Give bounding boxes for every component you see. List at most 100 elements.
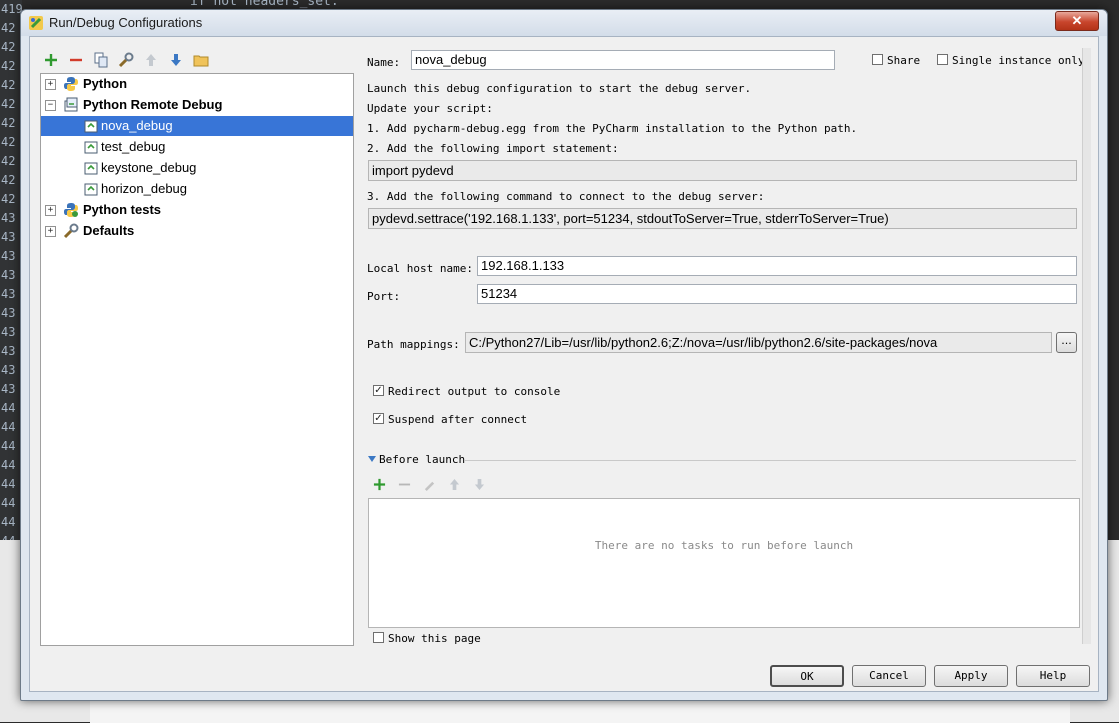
empty-tasks-message: There are no tasks to run before launch (594, 539, 854, 552)
apply-button[interactable]: Apply (934, 665, 1008, 687)
line-number: 43 (1, 211, 16, 225)
line-number: 42 (1, 78, 16, 92)
instruction-text: Update your script: (367, 102, 493, 115)
configuration-tree[interactable]: + Python − Python Remote Debug nova_debu… (40, 73, 354, 646)
tree-item-label: Python (83, 76, 128, 91)
path-mappings-field[interactable]: C:/Python27/Lib=/usr/lib/python2.6;Z:/no… (465, 332, 1052, 353)
expand-icon[interactable]: + (45, 79, 56, 90)
tree-item-python[interactable]: + Python (41, 74, 353, 94)
expand-icon[interactable]: + (45, 226, 56, 237)
python-icon (64, 77, 78, 91)
line-number: 419 (1, 2, 23, 16)
name-label: Name: (367, 56, 401, 69)
tree-item-defaults[interactable]: + Defaults (41, 221, 353, 241)
add-icon[interactable] (42, 51, 60, 69)
port-field[interactable]: 51234 (477, 284, 1077, 304)
tree-item-horizon-debug[interactable]: horizon_debug (41, 179, 353, 199)
code-line: if not headers_set: (190, 0, 339, 9)
line-number: 42 (1, 173, 16, 187)
line-number: 44 (1, 477, 16, 491)
pycharm-icon (29, 16, 43, 30)
line-number: 42 (1, 21, 16, 35)
tree-item-nova-debug[interactable]: nova_debug (41, 116, 353, 136)
before-launch-task-list[interactable]: There are no tasks to run before launch (368, 498, 1080, 628)
expand-icon[interactable]: + (45, 205, 56, 216)
debug-config-icon (84, 183, 98, 196)
cancel-button[interactable]: Cancel (852, 665, 926, 687)
settrace-command-field[interactable]: pydevd.settrace('192.168.1.133', port=51… (368, 208, 1077, 229)
line-number: 43 (1, 287, 16, 301)
collapse-icon[interactable]: − (45, 100, 56, 111)
move-task-up-icon[interactable] (445, 475, 463, 493)
line-number: 42 (1, 192, 16, 206)
tree-item-python-remote-debug[interactable]: − Python Remote Debug (41, 95, 353, 115)
path-mappings-label: Path mappings: (367, 338, 460, 351)
run-debug-configurations-dialog: Run/Debug Configurations ✕ + Python − Py… (20, 9, 1108, 701)
tree-item-label: horizon_debug (101, 181, 188, 196)
single-instance-checkbox[interactable] (937, 54, 948, 65)
edit-task-icon[interactable] (420, 475, 438, 493)
line-number: 43 (1, 249, 16, 263)
debug-config-icon (84, 141, 98, 154)
ok-button[interactable]: OK (770, 665, 844, 687)
remove-icon[interactable] (67, 51, 85, 69)
edit-defaults-icon[interactable] (117, 51, 135, 69)
instruction-text: Launch this debug configuration to start… (367, 82, 752, 95)
line-number: 43 (1, 306, 16, 320)
remote-debug-icon (64, 97, 78, 112)
debug-config-icon (84, 120, 98, 133)
name-field[interactable]: nova_debug (411, 50, 835, 70)
show-this-page-label: Show this page (388, 632, 481, 645)
line-number: 42 (1, 116, 16, 130)
suspend-after-connect-checkbox[interactable]: ✓ (373, 413, 384, 424)
port-label: Port: (367, 290, 401, 303)
line-number: 43 (1, 382, 16, 396)
tree-item-label: nova_debug (101, 118, 173, 133)
move-up-icon[interactable] (142, 51, 160, 69)
browse-path-mappings-button[interactable]: ... (1056, 332, 1077, 353)
redirect-output-checkbox[interactable]: ✓ (373, 385, 384, 396)
line-number: 42 (1, 135, 16, 149)
line-number: 43 (1, 363, 16, 377)
bottom-panel (90, 700, 1070, 723)
import-statement-field[interactable]: import pydevd (368, 160, 1077, 181)
share-checkbox[interactable] (872, 54, 883, 65)
move-down-icon[interactable] (167, 51, 185, 69)
share-label: Share (887, 54, 921, 67)
line-number: 43 (1, 268, 16, 282)
suspend-after-connect-label: Suspend after connect (388, 413, 528, 426)
dialog-content: + Python − Python Remote Debug nova_debu… (29, 36, 1099, 692)
line-number: 43 (1, 325, 16, 339)
title-bar: Run/Debug Configurations ✕ (21, 10, 1107, 36)
host-label: Local host name: (367, 262, 473, 275)
section-divider (464, 460, 1076, 461)
line-number: 44 (1, 496, 16, 510)
line-number: 42 (1, 59, 16, 73)
tree-item-keystone-debug[interactable]: keystone_debug (41, 158, 353, 178)
help-button[interactable]: Help (1016, 665, 1090, 687)
instruction-step-2: 2. Add the following import statement: (367, 142, 619, 155)
tree-item-test-debug[interactable]: test_debug (41, 137, 353, 157)
line-number-gutter: 419 42 42 42 42 42 42 42 42 42 42 43 43 43 43 43 43 43 43 4… (0, 0, 23, 548)
close-button[interactable]: ✕ (1055, 11, 1099, 31)
line-number: 43 (1, 344, 16, 358)
wrench-icon (63, 223, 79, 239)
tree-item-python-tests[interactable]: + Python tests (41, 200, 353, 220)
line-number: 44 (1, 401, 16, 415)
instruction-step-3: 3. Add the following command to connect … (367, 190, 765, 203)
copy-icon[interactable] (92, 51, 110, 69)
tree-item-label: test_debug (101, 139, 166, 154)
local-host-name-field[interactable]: 192.168.1.133 (477, 256, 1077, 276)
show-this-page-checkbox[interactable] (373, 632, 384, 643)
move-task-down-icon[interactable] (470, 475, 488, 493)
add-task-icon[interactable] (370, 475, 388, 493)
collapse-triangle-icon[interactable] (368, 456, 376, 462)
remove-task-icon[interactable] (395, 475, 413, 493)
line-number: 42 (1, 97, 16, 111)
single-instance-label: Single instance only (952, 54, 1085, 67)
vertical-scrollbar[interactable] (1082, 48, 1091, 644)
line-number: 44 (1, 515, 16, 529)
line-number: 43 (1, 230, 16, 244)
dialog-title: Run/Debug Configurations (49, 15, 203, 30)
folder-icon[interactable] (192, 51, 210, 69)
